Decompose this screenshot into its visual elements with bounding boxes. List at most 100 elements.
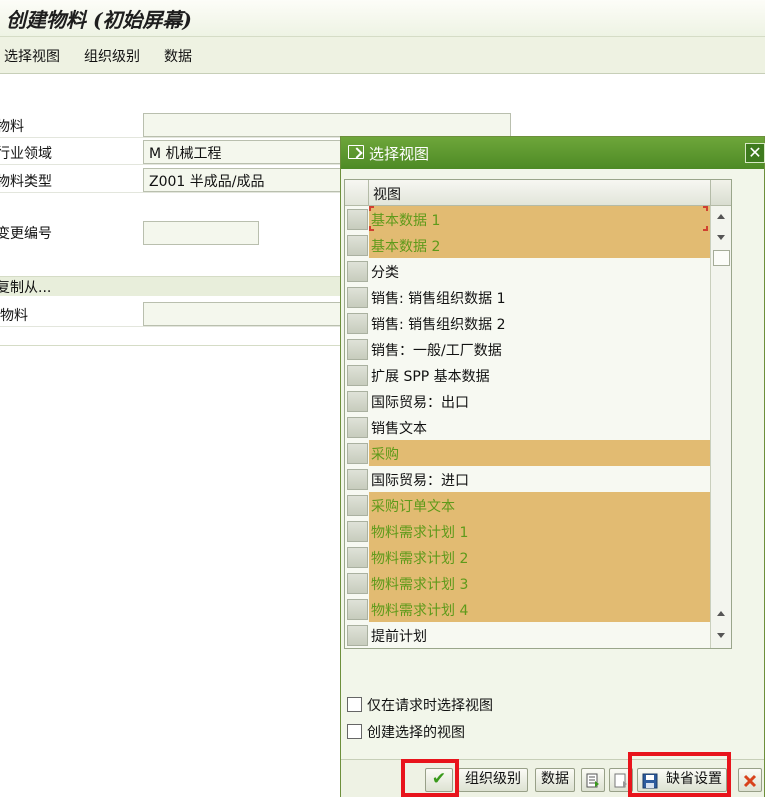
select-all-cell[interactable] [345, 180, 369, 206]
views-table: 视图 基本数据 1 基本数据 2 分类销售: 销售组织数据 1 销售: 销售组织数据 … [344, 179, 732, 649]
row-selector[interactable] [347, 625, 368, 646]
view-name: 提前计划 [371, 629, 427, 645]
view-name: 销售文本 [371, 421, 427, 437]
view-name: 物料需求计划 2 [369, 544, 710, 570]
row-selector[interactable] [347, 443, 368, 464]
default-settings-label: 缺省设置 [666, 771, 722, 787]
material-input[interactable] [143, 113, 511, 137]
default-settings-button[interactable]: 缺省设置 [637, 768, 727, 792]
menu-select-views[interactable]: 选择视图 [4, 46, 60, 66]
row-selector[interactable] [347, 495, 368, 516]
view-row[interactable]: 物料需求计划 2 [345, 544, 710, 570]
view-row[interactable]: 销售：一般/工厂数据 [345, 336, 710, 362]
material-label: 物料 [0, 119, 24, 135]
row-selector[interactable] [347, 313, 368, 334]
deselect-all-button[interactable] [609, 768, 633, 792]
floppy-save-icon [642, 773, 658, 789]
menu-org-levels[interactable]: 组织级别 [84, 46, 140, 66]
view-name: 采购 [369, 440, 710, 466]
row-selector[interactable] [347, 235, 368, 256]
only-on-request-label: 仅在请求时选择视图 [367, 698, 493, 714]
view-name: 销售：一般/工厂数据 [371, 343, 502, 359]
window-title: 创建物料 (初始屏幕) [6, 8, 192, 32]
row-selector[interactable] [347, 417, 368, 438]
change-number-label: 变更编号 [0, 226, 52, 242]
select-all-button[interactable] [581, 768, 605, 792]
view-row[interactable]: 分类 [345, 258, 710, 284]
only-on-request-checkbox[interactable] [347, 697, 362, 712]
row-selector[interactable] [347, 547, 368, 568]
view-name: 销售: 销售组织数据 2 [371, 317, 506, 333]
copy-from-section: 复制从... [0, 276, 360, 296]
row-selector[interactable] [347, 573, 368, 594]
view-row[interactable]: 销售: 销售组织数据 2 [345, 310, 710, 336]
views-table-header: 视图 [345, 180, 710, 206]
industry-label: 行业领域 [0, 146, 52, 162]
focus-corner-mark [703, 226, 708, 231]
view-row[interactable]: 采购订单文本 [345, 492, 710, 518]
views-column-header: 视图 [373, 187, 401, 203]
org-levels-button[interactable]: 组织级别 [458, 768, 528, 792]
view-name: 物料需求计划 3 [369, 570, 710, 596]
copy-material-input[interactable] [143, 302, 343, 326]
view-row[interactable]: 采购 [345, 440, 710, 466]
view-row[interactable]: 物料需求计划 3 [345, 570, 710, 596]
industry-input[interactable]: M 机械工程 [143, 140, 343, 164]
row-selector[interactable] [347, 339, 368, 360]
view-name: 国际贸易：进口 [371, 473, 469, 489]
table-settings-corner[interactable] [710, 180, 731, 206]
scroll-up-arrow-icon[interactable] [717, 214, 725, 219]
view-row[interactable]: 销售文本 [345, 414, 710, 440]
form-divider [0, 345, 360, 346]
view-name: 分类 [371, 265, 399, 281]
deselect-all-icon [614, 773, 627, 788]
row-selector[interactable] [347, 599, 368, 620]
cancel-x-icon [743, 774, 757, 788]
menu-bar: 选择视图 组织级别 数据 [0, 36, 765, 74]
menu-data[interactable]: 数据 [164, 46, 192, 66]
continue-check-button[interactable] [425, 768, 453, 792]
view-name: 国际贸易：出口 [371, 395, 469, 411]
view-name: 销售: 销售组织数据 1 [371, 291, 506, 307]
view-name: 采购订单文本 [369, 492, 710, 518]
row-selector[interactable] [347, 287, 368, 308]
view-row[interactable]: 基本数据 2 [345, 232, 710, 258]
data-button[interactable]: 数据 [535, 768, 575, 792]
change-number-input[interactable] [143, 221, 259, 245]
row-selector[interactable] [347, 521, 368, 542]
row-selector[interactable] [347, 365, 368, 386]
scroll-page-up-icon[interactable] [717, 611, 725, 616]
create-selected-views-checkbox[interactable] [347, 724, 362, 739]
view-name: 基本数据 1 [369, 206, 710, 232]
view-row[interactable]: 物料需求计划 4 [345, 596, 710, 622]
material-type-input[interactable]: Z001 半成品/成品 [143, 168, 343, 192]
view-name: 物料需求计划 4 [369, 596, 710, 622]
copy-from-title: 复制从... [0, 280, 52, 296]
material-type-label: 物料类型 [0, 174, 52, 190]
scroll-thumb[interactable] [713, 250, 730, 266]
view-row[interactable]: 物料需求计划 1 [345, 518, 710, 544]
views-scrollbar[interactable] [710, 206, 731, 648]
dialog-window-icon [348, 145, 364, 159]
view-row[interactable]: 基本数据 1 [345, 206, 710, 232]
view-row[interactable]: 国际贸易：出口 [345, 388, 710, 414]
view-row[interactable]: 销售: 销售组织数据 1 [345, 284, 710, 310]
dialog-title: 选择视图 [369, 145, 430, 163]
view-row[interactable]: 扩展 SPP 基本数据 [345, 362, 710, 388]
scroll-down-arrow-icon[interactable] [717, 235, 725, 240]
dialog-close-button[interactable]: ✕ [745, 143, 765, 163]
row-selector[interactable] [347, 209, 368, 230]
row-selector[interactable] [347, 391, 368, 412]
dialog-title-bar: 选择视图 ✕ [341, 137, 765, 169]
view-row[interactable]: 提前计划 [345, 622, 710, 648]
copy-material-label: 物料 [0, 308, 28, 324]
cancel-button[interactable] [738, 768, 762, 792]
window-title-bar: 创建物料 (初始屏幕) [0, 0, 765, 36]
scroll-page-down-icon[interactable] [717, 633, 725, 638]
view-row[interactable]: 国际贸易：进口 [345, 466, 710, 492]
row-selector[interactable] [347, 469, 368, 490]
select-all-icon [586, 773, 599, 788]
row-selector[interactable] [347, 261, 368, 282]
focus-corner-mark [369, 226, 374, 231]
create-selected-views-label: 创建选择的视图 [367, 725, 465, 741]
